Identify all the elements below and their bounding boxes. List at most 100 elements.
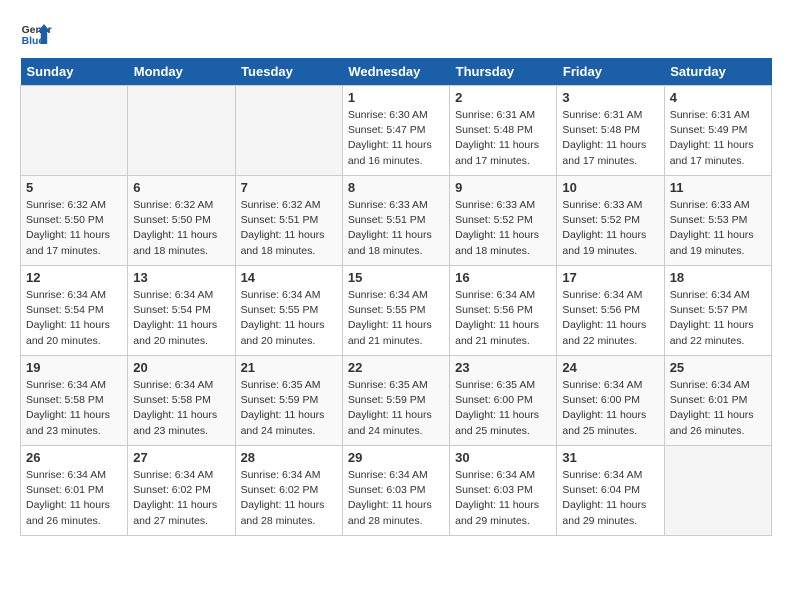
day-number: 13 (133, 270, 229, 285)
day-info: Sunrise: 6:34 AMSunset: 5:58 PMDaylight:… (26, 378, 122, 439)
calendar-cell: 25 Sunrise: 6:34 AMSunset: 6:01 PMDayligh… (664, 356, 771, 446)
day-info: Sunrise: 6:30 AMSunset: 5:47 PMDaylight:… (348, 108, 444, 169)
calendar-cell: 28 Sunrise: 6:34 AMSunset: 6:02 PMDayligh… (235, 446, 342, 536)
calendar-week-row: 12 Sunrise: 6:34 AMSunset: 5:54 PMDayligh… (21, 266, 772, 356)
calendar-cell: 9Sunrise: 6:33 AMSunset: 5:52 PMDaylight… (450, 176, 557, 266)
calendar-cell: 30 Sunrise: 6:34 AMSunset: 6:03 PMDayligh… (450, 446, 557, 536)
day-header: Friday (557, 58, 664, 86)
day-info: Sunrise: 6:33 AMSunset: 5:51 PMDaylight:… (348, 198, 444, 259)
day-info: Sunrise: 6:34 AMSunset: 5:57 PMDaylight:… (670, 288, 766, 349)
day-number: 15 (348, 270, 444, 285)
day-header: Thursday (450, 58, 557, 86)
calendar-cell: 26 Sunrise: 6:34 AMSunset: 6:01 PMDayligh… (21, 446, 128, 536)
day-info: Sunrise: 6:32 AMSunset: 5:50 PMDaylight:… (133, 198, 229, 259)
day-header: Sunday (21, 58, 128, 86)
day-header-row: SundayMondayTuesdayWednesdayThursdayFrid… (21, 58, 772, 86)
day-number: 27 (133, 450, 229, 465)
calendar-cell (128, 86, 235, 176)
calendar-cell: 8 Sunrise: 6:33 AMSunset: 5:51 PMDaylight… (342, 176, 449, 266)
day-info: Sunrise: 6:34 AMSunset: 5:54 PMDaylight:… (133, 288, 229, 349)
day-info: Sunrise: 6:31 AMSunset: 5:48 PMDaylight:… (562, 108, 658, 169)
day-number: 19 (26, 360, 122, 375)
day-number: 10 (562, 180, 658, 195)
calendar-week-row: 5 Sunrise: 6:32 AMSunset: 5:50 PMDaylight… (21, 176, 772, 266)
logo-icon: General Blue (20, 20, 52, 48)
calendar-cell: 15 Sunrise: 6:34 AMSunset: 5:55 PMDayligh… (342, 266, 449, 356)
day-number: 1 (348, 90, 444, 105)
day-number: 31 (562, 450, 658, 465)
day-number: 9 (455, 180, 551, 195)
day-number: 25 (670, 360, 766, 375)
day-number: 12 (26, 270, 122, 285)
calendar-cell: 21 Sunrise: 6:35 AMSunset: 5:59 PMDayligh… (235, 356, 342, 446)
calendar-cell (235, 86, 342, 176)
calendar-cell: 2 Sunrise: 6:31 AMSunset: 5:48 PMDaylight… (450, 86, 557, 176)
day-number: 29 (348, 450, 444, 465)
day-number: 5 (26, 180, 122, 195)
logo: General Blue (20, 20, 52, 48)
calendar-cell: 22 Sunrise: 6:35 AMSunset: 5:59 PMDayligh… (342, 356, 449, 446)
day-info: Sunrise: 6:34 AMSunset: 6:02 PMDaylight:… (241, 468, 337, 529)
calendar-cell: 18 Sunrise: 6:34 AMSunset: 5:57 PMDayligh… (664, 266, 771, 356)
day-header: Wednesday (342, 58, 449, 86)
day-info: Sunrise: 6:33 AMSunset: 5:53 PMDaylight:… (670, 198, 766, 259)
day-info: Sunrise: 6:34 AMSunset: 5:55 PMDaylight:… (241, 288, 337, 349)
calendar-cell: 17Sunrise: 6:34 AMSunset: 5:56 PMDayligh… (557, 266, 664, 356)
calendar-cell: 27 Sunrise: 6:34 AMSunset: 6:02 PMDayligh… (128, 446, 235, 536)
calendar-cell: 12Sunrise: 6:34 AMSunset: 5:54 PMDayligh… (21, 266, 128, 356)
day-number: 2 (455, 90, 551, 105)
day-info: Sunrise: 6:35 AMSunset: 5:59 PMDaylight:… (348, 378, 444, 439)
day-info: Sunrise: 6:31 AMSunset: 5:48 PMDaylight:… (455, 108, 551, 169)
day-info: Sunrise: 6:34 AMSunset: 6:01 PMDaylight:… (26, 468, 122, 529)
day-info: Sunrise: 6:33 AMSunset: 5:52 PMDaylight:… (562, 198, 658, 259)
day-info: Sunrise: 6:35 AMSunset: 5:59 PMDaylight:… (241, 378, 337, 439)
calendar-cell: 1 Sunrise: 6:30 AMSunset: 5:47 PMDaylight… (342, 86, 449, 176)
calendar-cell: 24 Sunrise: 6:34 AMSunset: 6:00 PMDayligh… (557, 356, 664, 446)
day-number: 14 (241, 270, 337, 285)
calendar-cell: 16 Sunrise: 6:34 AMSunset: 5:56 PMDayligh… (450, 266, 557, 356)
day-number: 24 (562, 360, 658, 375)
day-number: 16 (455, 270, 551, 285)
day-info: Sunrise: 6:34 AMSunset: 6:02 PMDaylight:… (133, 468, 229, 529)
day-number: 30 (455, 450, 551, 465)
calendar-cell: 5Sunrise: 6:32 AMSunset: 5:50 PMDaylight… (21, 176, 128, 266)
day-number: 18 (670, 270, 766, 285)
calendar-week-row: 1 Sunrise: 6:30 AMSunset: 5:47 PMDaylight… (21, 86, 772, 176)
calendar-cell: 11 Sunrise: 6:33 AMSunset: 5:53 PMDayligh… (664, 176, 771, 266)
day-number: 21 (241, 360, 337, 375)
calendar-week-row: 26 Sunrise: 6:34 AMSunset: 6:01 PMDayligh… (21, 446, 772, 536)
day-number: 20 (133, 360, 229, 375)
day-info: Sunrise: 6:34 AMSunset: 6:01 PMDaylight:… (670, 378, 766, 439)
day-number: 11 (670, 180, 766, 195)
day-number: 3 (562, 90, 658, 105)
day-info: Sunrise: 6:34 AMSunset: 6:04 PMDaylight:… (562, 468, 658, 529)
calendar-cell (21, 86, 128, 176)
calendar-cell: 4 Sunrise: 6:31 AMSunset: 5:49 PMDaylight… (664, 86, 771, 176)
calendar-cell: 13 Sunrise: 6:34 AMSunset: 5:54 PMDayligh… (128, 266, 235, 356)
day-info: Sunrise: 6:34 AMSunset: 6:00 PMDaylight:… (562, 378, 658, 439)
day-number: 8 (348, 180, 444, 195)
calendar-cell: 29 Sunrise: 6:34 AMSunset: 6:03 PMDayligh… (342, 446, 449, 536)
day-info: Sunrise: 6:34 AMSunset: 5:56 PMDaylight:… (455, 288, 551, 349)
day-info: Sunrise: 6:34 AMSunset: 5:55 PMDaylight:… (348, 288, 444, 349)
day-info: Sunrise: 6:31 AMSunset: 5:49 PMDaylight:… (670, 108, 766, 169)
calendar-cell: 3 Sunrise: 6:31 AMSunset: 5:48 PMDaylight… (557, 86, 664, 176)
calendar-cell: 19 Sunrise: 6:34 AMSunset: 5:58 PMDayligh… (21, 356, 128, 446)
day-info: Sunrise: 6:32 AMSunset: 5:51 PMDaylight:… (241, 198, 337, 259)
calendar-cell (664, 446, 771, 536)
calendar-cell: 20 Sunrise: 6:34 AMSunset: 5:58 PMDayligh… (128, 356, 235, 446)
day-info: Sunrise: 6:34 AMSunset: 5:58 PMDaylight:… (133, 378, 229, 439)
calendar-cell: 6Sunrise: 6:32 AMSunset: 5:50 PMDaylight… (128, 176, 235, 266)
day-info: Sunrise: 6:34 AMSunset: 6:03 PMDaylight:… (455, 468, 551, 529)
calendar-cell: 31 Sunrise: 6:34 AMSunset: 6:04 PMDayligh… (557, 446, 664, 536)
day-number: 26 (26, 450, 122, 465)
calendar-cell: 7 Sunrise: 6:32 AMSunset: 5:51 PMDaylight… (235, 176, 342, 266)
page-header: General Blue (20, 20, 772, 48)
calendar-cell: 14 Sunrise: 6:34 AMSunset: 5:55 PMDayligh… (235, 266, 342, 356)
day-number: 7 (241, 180, 337, 195)
day-number: 4 (670, 90, 766, 105)
day-number: 22 (348, 360, 444, 375)
day-number: 28 (241, 450, 337, 465)
day-header: Monday (128, 58, 235, 86)
day-info: Sunrise: 6:34 AMSunset: 6:03 PMDaylight:… (348, 468, 444, 529)
